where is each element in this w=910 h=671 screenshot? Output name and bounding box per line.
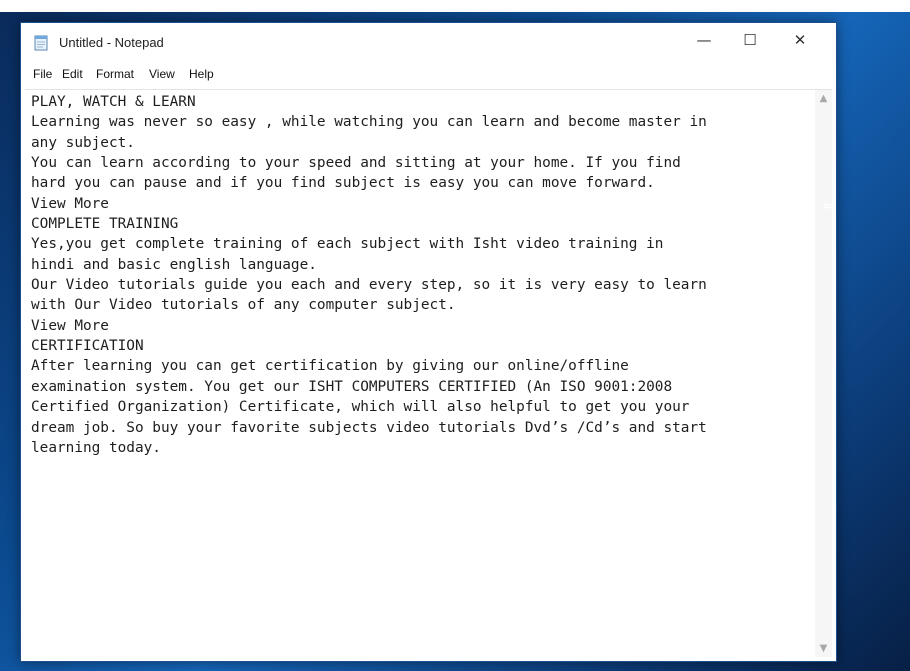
text-editor-area[interactable]: PLAY, WATCH & LEARN Learning was never s… bbox=[25, 89, 832, 657]
editor-line: dream job. So buy your favorite subjects… bbox=[31, 419, 707, 436]
menu-file[interactable]: File bbox=[33, 67, 52, 81]
editor-line: CERTIFICATION bbox=[31, 338, 144, 355]
editor-line: examination system. You get our ISHT COM… bbox=[31, 378, 673, 395]
editor-line: hard you can pause and if you find subje… bbox=[31, 175, 655, 192]
title-bar[interactable]: Untitled - Notepad — ☐ ✕ bbox=[21, 23, 836, 63]
editor-line: COMPLETE TRAINING bbox=[31, 216, 179, 233]
desktop-top-band bbox=[0, 0, 910, 12]
notepad-app-icon[interactable] bbox=[33, 35, 49, 51]
notepad-window[interactable]: Untitled - Notepad — ☐ ✕ File Edit Forma… bbox=[20, 22, 837, 662]
editor-line: learning today. bbox=[31, 439, 161, 456]
scroll-up-arrow-icon[interactable]: ▲ bbox=[815, 90, 832, 107]
editor-line: PLAY, WATCH & LEARN bbox=[31, 94, 196, 110]
editor-text[interactable]: PLAY, WATCH & LEARN Learning was never s… bbox=[31, 92, 817, 458]
editor-line: Our Video tutorials guide you each and e… bbox=[31, 277, 707, 294]
menu-help[interactable]: Help bbox=[189, 67, 214, 81]
minimize-button[interactable]: — bbox=[681, 23, 727, 57]
menu-edit[interactable]: Edit bbox=[62, 67, 83, 81]
editor-line: Yes,you get complete training of each su… bbox=[31, 236, 664, 253]
editor-line: Certified Organization) Certificate, whi… bbox=[31, 399, 690, 416]
scroll-down-arrow-icon[interactable]: ▼ bbox=[815, 640, 832, 657]
editor-line: View More bbox=[31, 195, 109, 212]
editor-line: hindi and basic english language. bbox=[31, 256, 317, 273]
maximize-button[interactable]: ☐ bbox=[727, 23, 773, 57]
editor-line: You can learn according to your speed an… bbox=[31, 155, 681, 172]
resize-cursor-icon: ⇔ bbox=[823, 196, 837, 215]
vertical-scrollbar[interactable]: ▲ ▼ bbox=[815, 90, 832, 657]
editor-line: Learning was never so easy , while watch… bbox=[31, 114, 707, 131]
editor-line: with Our Video tutorials of any computer… bbox=[31, 297, 456, 314]
editor-line: any subject. bbox=[31, 134, 135, 151]
menu-format[interactable]: Format bbox=[96, 67, 134, 81]
window-title: Untitled - Notepad bbox=[59, 35, 164, 50]
close-button[interactable]: ✕ bbox=[777, 23, 823, 57]
editor-line: View More bbox=[31, 317, 109, 334]
menu-view[interactable]: View bbox=[149, 67, 175, 81]
menu-bar: File Edit Format View Help bbox=[21, 63, 836, 89]
editor-line: After learning you can get certification… bbox=[31, 358, 629, 375]
